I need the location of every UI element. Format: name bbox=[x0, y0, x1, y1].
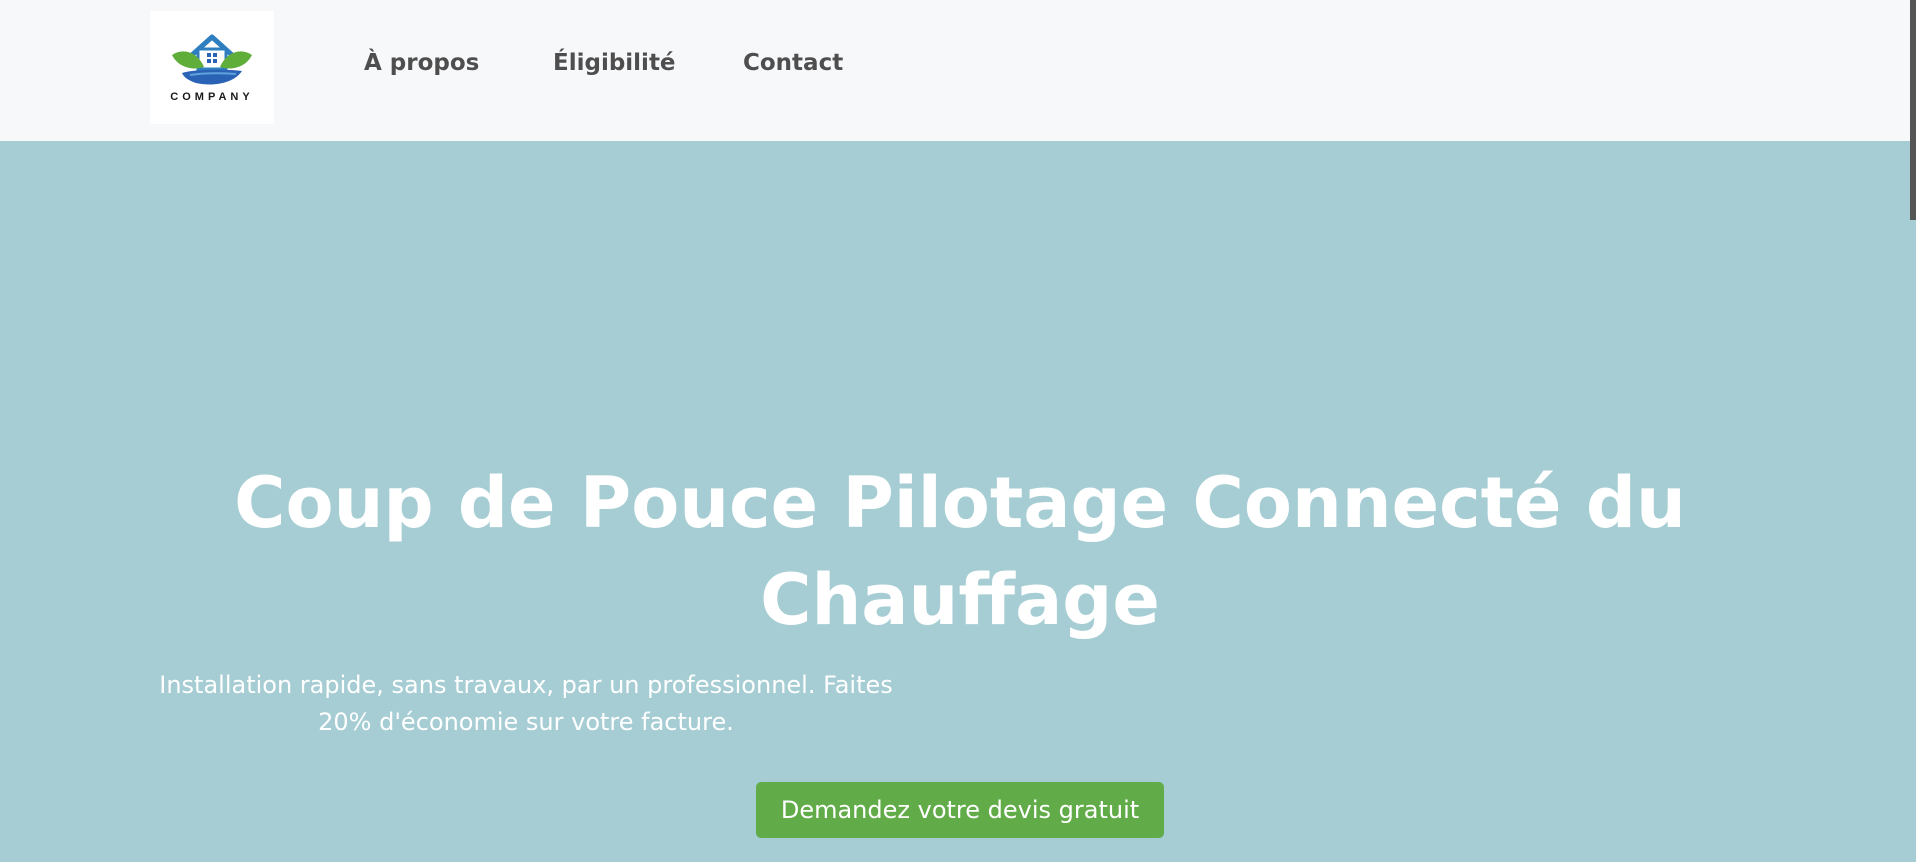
page: COMPANY À propos Éligibilité Contact Cou… bbox=[0, 0, 1916, 862]
navbar: COMPANY À propos Éligibilité Contact bbox=[0, 0, 1916, 141]
request-quote-button[interactable]: Demandez votre devis gratuit bbox=[756, 782, 1164, 838]
nav-link-a-propos[interactable]: À propos bbox=[364, 50, 479, 76]
logo-text: COMPANY bbox=[170, 91, 254, 103]
hero-subtitle: Installation rapide, sans travaux, par u… bbox=[159, 671, 893, 736]
nav-link-contact[interactable]: Contact bbox=[743, 50, 843, 76]
hero-title: Coup de Pouce Pilotage Connecté du Chauf… bbox=[234, 462, 1686, 641]
company-logo[interactable]: COMPANY bbox=[150, 11, 274, 124]
scrollbar[interactable] bbox=[1910, 0, 1916, 220]
nav-link-eligibilite[interactable]: Éligibilité bbox=[553, 50, 676, 76]
house-leaves-hand-icon bbox=[172, 34, 252, 85]
